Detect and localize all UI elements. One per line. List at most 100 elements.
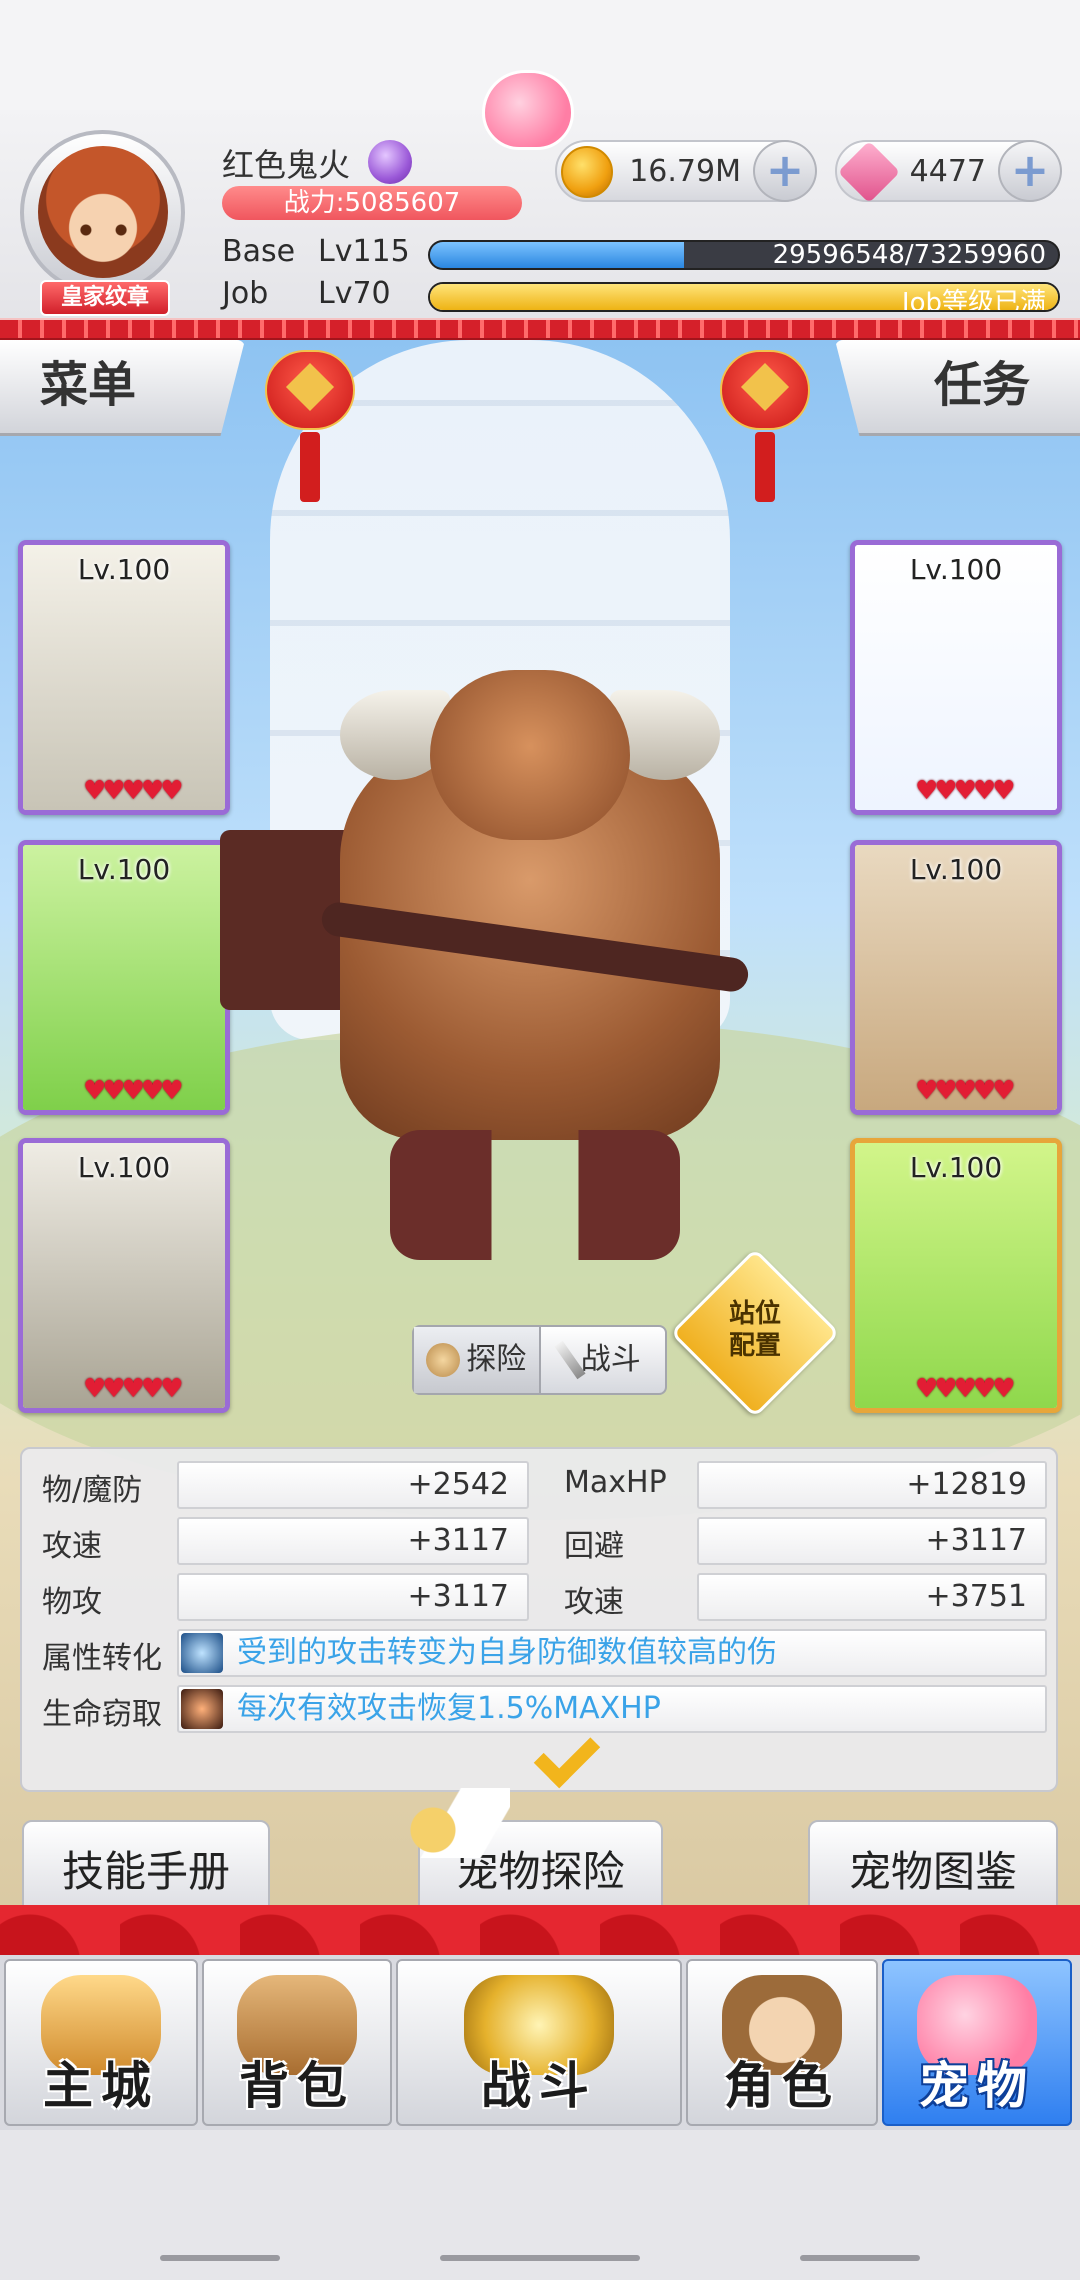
pet-card-2[interactable]: Lv.100 ♥♥♥♥♥ [18,840,230,1115]
explore-mode-button[interactable]: 探险 [414,1327,541,1393]
menu-tab[interactable]: 菜单 [0,340,245,436]
nav-label: 背包 [239,2057,355,2115]
explore-label: 探险 [466,1342,527,1377]
stat-value: +12819 [697,1461,1047,1509]
stat-label: 物攻 [42,1585,102,1620]
base-level: Lv115 [318,234,410,269]
base-exp-fill [430,242,684,268]
job-exp-text: Job等级已满 [901,288,1046,312]
nav-label: 战斗 [481,2057,597,2115]
pet-card-level: Lv.100 [77,1151,171,1184]
stat-value: +3117 [177,1573,529,1621]
base-label: Base [222,234,296,269]
trait-row[interactable]: 每次有效攻击恢复1.5%MAXHP [177,1685,1047,1733]
base-exp-text: 29596548/73259960 [772,240,1046,270]
formation-line2: 配置 [728,1331,781,1361]
nav-main-city[interactable]: 主城 [4,1959,198,2126]
nav-label: 角色 [724,2057,840,2115]
gold-value: 16.79M [629,154,741,189]
mode-toggle[interactable]: 探险 战斗 [412,1325,667,1395]
job-exp-bar: Job等级已满 [428,282,1060,312]
pet-card-hearts: ♥♥♥♥♥ [915,776,1016,806]
gem-icon [837,140,901,204]
minotaur-monster[interactable] [220,630,760,1270]
poring-mascot-icon[interactable] [482,70,574,150]
chevron-down-icon[interactable] [530,1737,590,1773]
stat-value: +3117 [177,1517,529,1565]
combat-power: 战力:5085607 [222,186,522,220]
system-nav-bar [0,2130,1080,2280]
nav-label: 主城 [43,2057,159,2115]
pet-card-level: Lv.100 [909,1151,1003,1184]
trait-text: 每次有效攻击恢复1.5%MAXHP [237,1691,661,1726]
gold-coin-icon [561,146,613,198]
pet-card-1[interactable]: Lv.100 ♥♥♥♥♥ [18,540,230,815]
trait-label: 生命窃取 [42,1697,162,1732]
pet-card-hearts: ♥♥♥♥♥ [83,1374,184,1404]
pet-card-hearts: ♥♥♥♥♥ [83,1076,184,1106]
stat-label: 回避 [564,1529,624,1564]
pet-card-level: Lv.100 [77,553,171,586]
gem-value: 4477 [909,154,986,189]
stat-value: +2542 [177,1461,529,1509]
stat-label: 攻速 [564,1585,624,1620]
player-name: 红色鬼火 [222,146,351,184]
battle-mode-button[interactable]: 战斗 [541,1327,666,1393]
add-gem-button[interactable]: + [998,140,1062,202]
avatar-eyes [76,224,131,236]
battle-label: 战斗 [580,1342,641,1377]
gesture-handle[interactable] [800,2255,920,2261]
base-exp-bar: 29596548/73259960 [428,240,1060,270]
pet-card-level: Lv.100 [77,853,171,886]
heart-drain-icon [181,1689,223,1729]
gesture-handle[interactable] [160,2255,280,2261]
avatar-portrait [38,146,168,278]
winged-helmet-icon [400,1788,510,1858]
stat-label: MaxHP [564,1465,667,1500]
nav-battle[interactable]: 战斗 [396,1959,682,2126]
gesture-handle[interactable] [440,2255,640,2261]
title-badge: 皇家纹章 [40,280,170,316]
monster-legs [390,1130,680,1260]
festive-ribbon [0,318,1080,340]
lantern-left-icon [265,340,355,510]
spirit-icon [181,1633,223,1673]
pet-card-4[interactable]: Lv.100 ♥♥♥♥♥ [850,540,1062,815]
pet-card-hearts: ♥♥♥♥♥ [915,1374,1016,1404]
stat-label: 物/魔防 [42,1473,143,1508]
monster-head [430,670,630,840]
trait-label: 属性转化 [42,1641,162,1676]
job-label: Job [222,276,269,311]
nav-pet[interactable]: 宠物 [882,1959,1072,2126]
pet-card-hearts: ♥♥♥♥♥ [915,1076,1016,1106]
festive-cloud-border [0,1905,1080,1960]
stat-value: +3117 [697,1517,1047,1565]
gem-counter: 4477 + [835,140,1062,204]
class-icon [368,140,412,184]
player-avatar[interactable] [20,130,185,295]
pet-card-3[interactable]: Lv.100 ♥♥♥♥♥ [18,1138,230,1413]
job-level: Lv70 [318,276,391,311]
pet-card-level: Lv.100 [909,853,1003,886]
formation-line1: 站位 [728,1299,781,1329]
trait-text: 受到的攻击转变为自身防御数值较高的伤 [237,1635,777,1670]
task-tab[interactable]: 任务 [835,340,1080,436]
pet-card-5[interactable]: Lv.100 ♥♥♥♥♥ [850,840,1062,1115]
pet-card-level: Lv.100 [909,553,1003,586]
nav-backpack[interactable]: 背包 [202,1959,392,2126]
trait-row[interactable]: 受到的攻击转变为自身防御数值较高的伤 [177,1629,1047,1677]
formation-label: 站位 配置 [700,1298,810,1362]
pet-card-hearts: ♥♥♥♥♥ [83,776,184,806]
bottom-nav: 主城 背包 战斗 角色 宠物 [0,1955,1080,2130]
explore-icon [426,1343,461,1377]
stat-value: +3751 [697,1573,1047,1621]
stat-label: 攻速 [42,1529,102,1564]
nav-character[interactable]: 角色 [686,1959,878,2126]
player-header: 皇家纹章 红色鬼火 战力:5085607 16.79M + 4477 + Bas… [0,70,1080,320]
stats-panel: 物/魔防 +2542 MaxHP +12819 攻速 +3117 回避 +311… [20,1447,1058,1792]
nav-label: 宠物 [919,2057,1035,2115]
add-gold-button[interactable]: + [753,140,817,202]
pet-card-6[interactable]: Lv.100 ♥♥♥♥♥ [850,1138,1062,1413]
lantern-right-icon [720,340,810,510]
gold-counter: 16.79M + [555,140,817,202]
